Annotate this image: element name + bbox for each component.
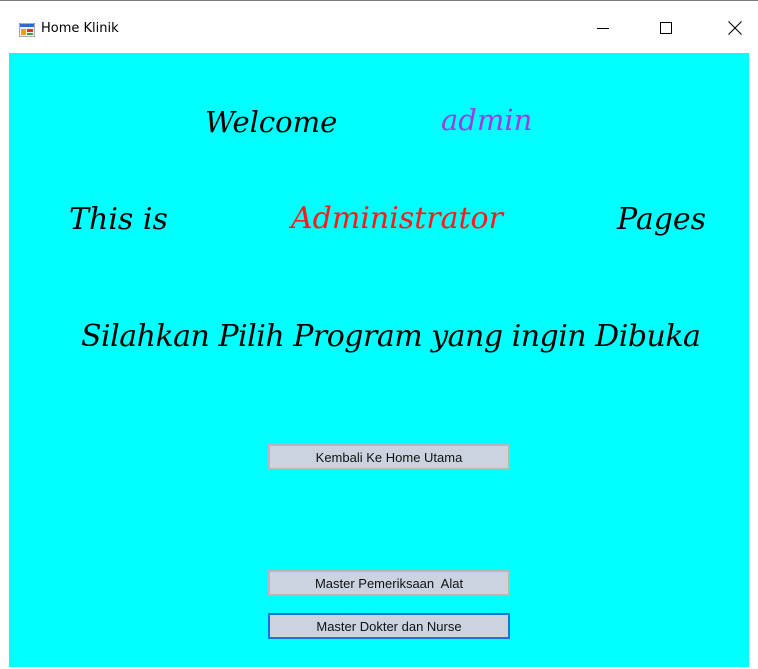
home-button-label: Kembali Ke Home Utama	[315, 449, 463, 465]
minimize-icon	[597, 28, 609, 29]
maximize-button[interactable]	[643, 2, 689, 54]
title-bar[interactable]: Home Klinik	[0, 1, 758, 53]
app-window: Home Klinik Welcome admin This is Admini…	[0, 0, 758, 669]
master-pemeriksaan-button[interactable]: Master Pemeriksaan Alat	[268, 570, 510, 596]
role-label: Administrator	[291, 201, 503, 236]
instruction-label: Silahkan Pilih Program yang ingin Dibuka	[81, 319, 701, 354]
windows-form-icon	[19, 23, 35, 37]
minimize-button[interactable]	[580, 2, 626, 54]
form-client-area: Welcome admin This is Administrator Page…	[9, 53, 749, 667]
username-label: admin	[441, 103, 533, 137]
window-title: Home Klinik	[41, 21, 119, 36]
home-button[interactable]: Kembali Ke Home Utama	[268, 444, 510, 470]
close-button[interactable]	[712, 2, 758, 54]
master-dokter-button[interactable]: Master Dokter dan Nurse	[268, 613, 510, 639]
close-icon	[728, 21, 742, 35]
master-pemeriksaan-button-label: Master Pemeriksaan Alat	[314, 575, 464, 591]
master-dokter-button-label: Master Dokter dan Nurse	[316, 618, 462, 634]
pages-label: Pages	[617, 202, 707, 237]
welcome-label: Welcome	[205, 105, 338, 139]
this-is-label: This is	[69, 202, 168, 237]
maximize-icon	[660, 22, 672, 34]
